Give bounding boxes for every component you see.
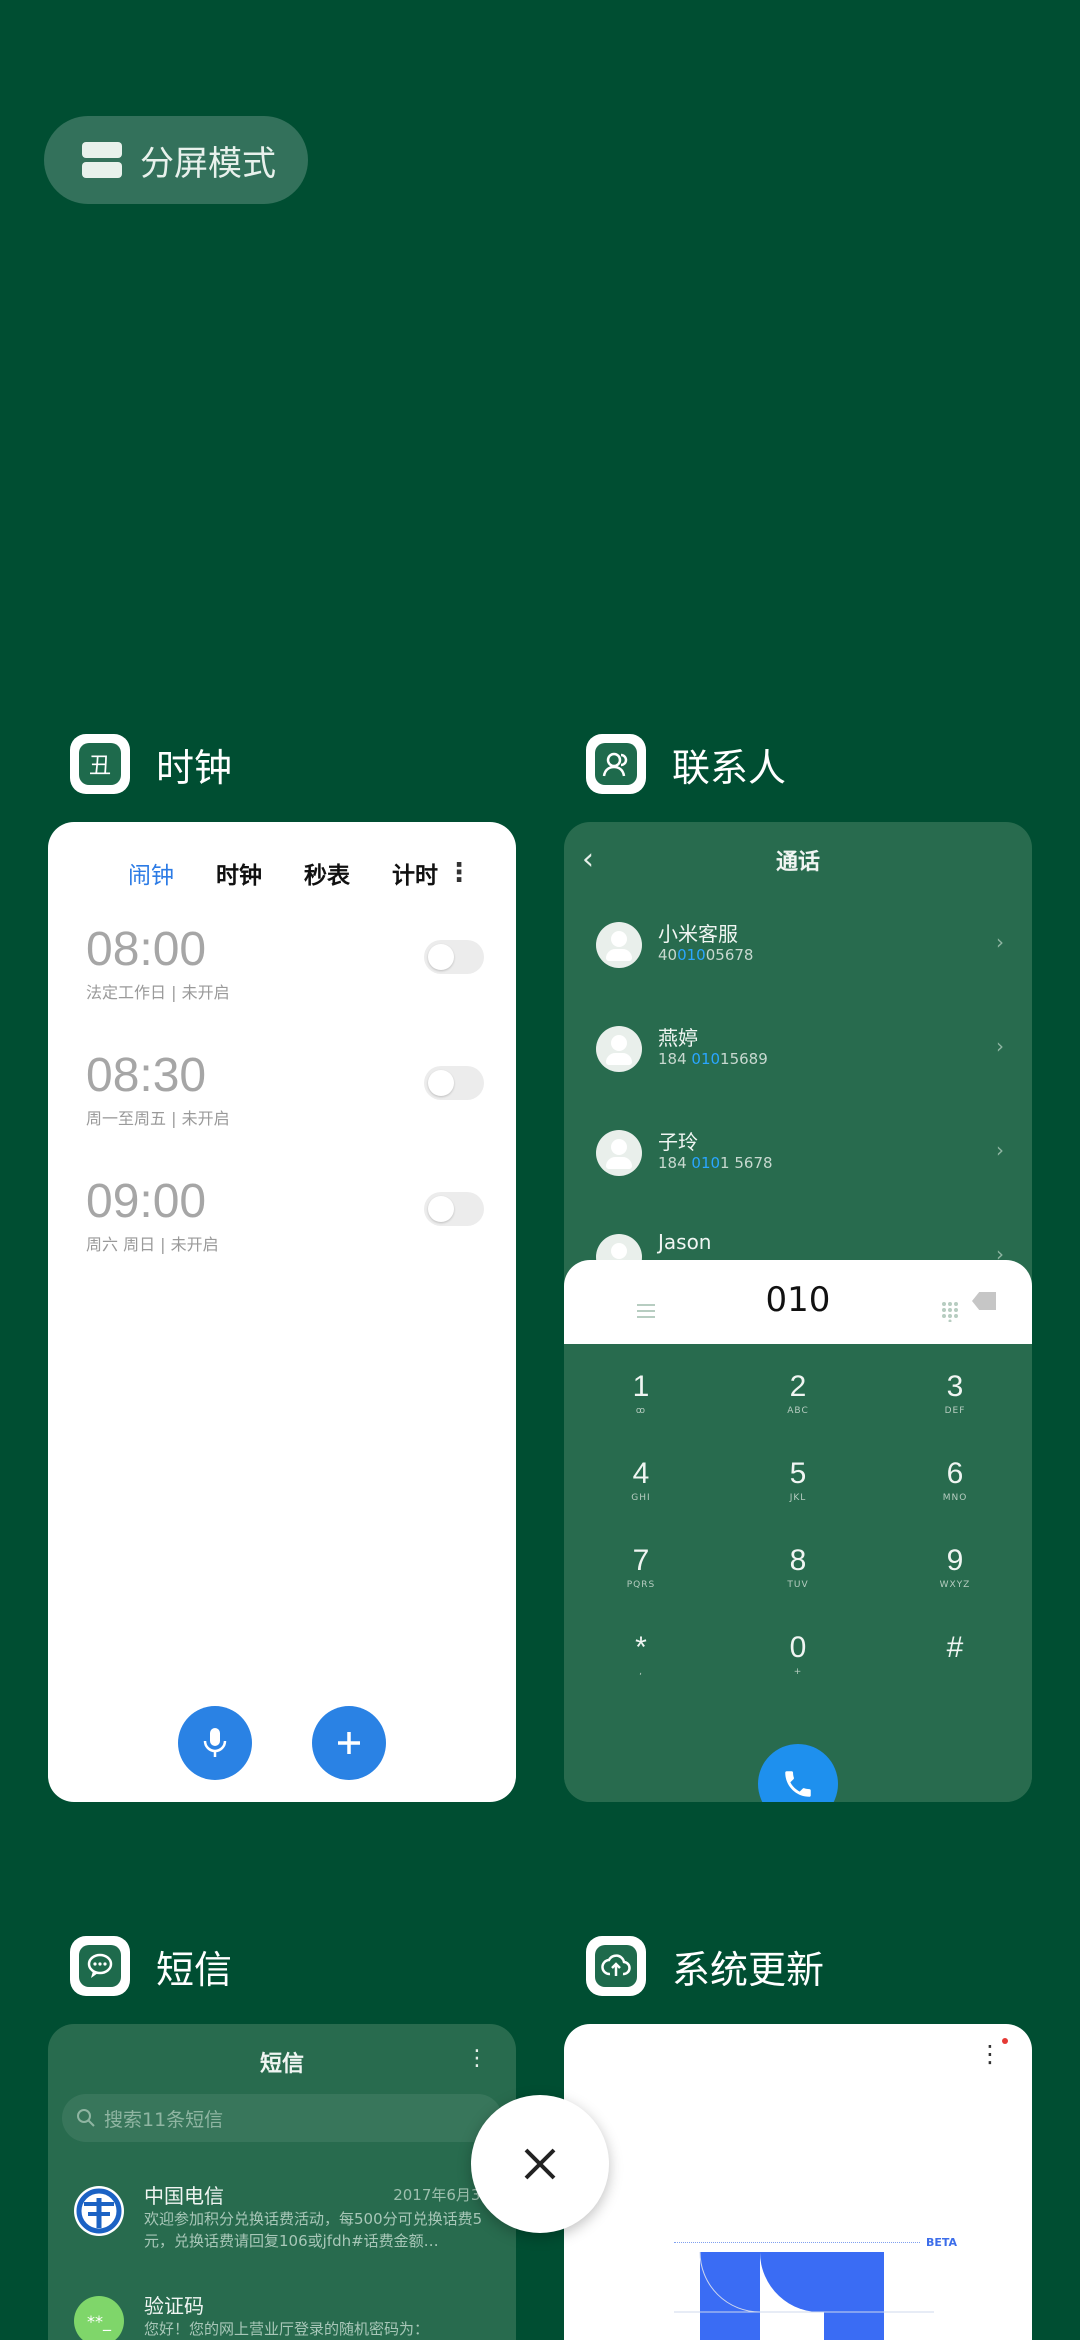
more-options-icon[interactable]: ⋮	[978, 2040, 1002, 2068]
dial-key-6[interactable]: 6 MNO	[880, 1457, 1030, 1503]
contact-number: 184 01015689	[658, 1050, 768, 1068]
sms-app-icon	[70, 1936, 130, 1996]
more-options-icon[interactable]: ⋮	[466, 2046, 488, 2071]
verification-code-avatar-icon: **_	[74, 2296, 124, 2340]
dial-key-5[interactable]: 5 JKL	[723, 1457, 873, 1503]
contact-name: 子玲	[658, 1130, 698, 1154]
split-screen-icon	[82, 142, 122, 178]
clock-app-title: 时钟	[156, 745, 233, 790]
alarm-desc: 周六 周日 | 未开启	[86, 1235, 219, 1254]
contacts-topbar: ‹ 通话	[564, 822, 1032, 894]
clock-app-header[interactable]: 丑 时钟	[70, 734, 232, 794]
dial-key-7[interactable]: 7 PQRS	[566, 1544, 716, 1590]
contacts-page-title: 通话	[775, 850, 820, 875]
contact-number: 184 0101 5678	[658, 1154, 773, 1172]
split-screen-button[interactable]: 分屏模式	[44, 116, 308, 204]
dial-key-4[interactable]: 4 GHI	[566, 1457, 716, 1503]
beta-illustration-graphic	[674, 2251, 934, 2340]
sms-sender: 中国电信	[144, 2184, 224, 2208]
sms-thread[interactable]: **_ 验证码 您好！您的网上营业厅登录的随机密码为：	[74, 2290, 490, 2340]
contact-name: Jason	[658, 1230, 712, 1254]
tab-timer[interactable]: 计时	[392, 856, 438, 890]
contact-name: 小米客服	[658, 922, 738, 946]
sms-sender: 验证码	[144, 2294, 204, 2318]
alarm-item[interactable]: 09:00 周六 周日 | 未开启	[86, 1174, 486, 1255]
update-app-card[interactable]: ⋮ BETA	[564, 2024, 1032, 2340]
tab-alarm[interactable]: 闹钟	[128, 856, 174, 890]
avatar	[596, 1026, 642, 1072]
sms-app-title: 短信	[156, 1947, 233, 1992]
close-icon	[524, 2148, 556, 2180]
alarm-item[interactable]: 08:30 周一至周五 | 未开启	[86, 1048, 486, 1129]
alarm-desc: 周一至周五 | 未开启	[86, 1109, 230, 1128]
update-app-header[interactable]: 系统更新	[586, 1936, 824, 1996]
menu-icon[interactable]	[634, 1300, 658, 1322]
dial-key-8[interactable]: 8 TUV	[723, 1544, 873, 1590]
dial-key-2[interactable]: 2 ABC	[723, 1370, 873, 1416]
sms-page-title: 短信	[259, 2052, 304, 2077]
contact-row[interactable]: 燕婷 184 01015689 ›	[596, 1016, 1010, 1086]
alarm-desc: 法定工作日 | 未开启	[86, 983, 230, 1002]
alarm-toggle[interactable]	[424, 1192, 484, 1226]
update-app-title: 系统更新	[672, 1947, 825, 1992]
tab-stopwatch[interactable]: 秒表	[304, 856, 350, 890]
sms-app-card[interactable]: 短信 ⋮ 搜索11条短信 中国电信 2017年6月30 欢迎参加积分兑换话费活动…	[48, 2024, 516, 2340]
clock-app-icon: 丑	[70, 734, 130, 794]
dial-key-hash[interactable]: #	[880, 1631, 1030, 1667]
search-placeholder: 搜索11条短信	[104, 2108, 224, 2131]
dial-key-3[interactable]: 3 DEF	[880, 1370, 1030, 1416]
dial-keypad: 1ꝏ 2 ABC 3 DEF 4 GHI 5 JKL 6 MNO 7 PQRS 8 TUV 9…	[564, 1344, 1032, 1802]
dial-key-star[interactable]: *,	[566, 1631, 716, 1677]
microphone-icon	[203, 1728, 227, 1757]
contacts-app-card[interactable]: ‹ 通话 小米客服 4001005678 › 燕婷 184 01015689 ›…	[564, 822, 1032, 1802]
alarm-toggle[interactable]	[424, 940, 484, 974]
contact-row[interactable]: 小米客服 4001005678 ›	[596, 912, 1010, 982]
china-telecom-logo-icon	[74, 2186, 124, 2236]
chevron-right-icon: ›	[996, 1034, 1004, 1058]
sms-preview: 您好！您的网上营业厅登录的随机密码为：	[144, 2320, 430, 2338]
chevron-right-icon: ›	[996, 1138, 1004, 1162]
add-alarm-button[interactable]	[312, 1706, 386, 1780]
phone-icon	[785, 1771, 811, 1797]
alarm-item[interactable]: 08:00 法定工作日 | 未开启	[86, 922, 486, 1003]
contacts-app-title: 联系人	[672, 745, 787, 790]
alarm-toggle[interactable]	[424, 1066, 484, 1100]
search-icon	[77, 2109, 95, 2127]
avatar	[596, 922, 642, 968]
plus-icon	[338, 1732, 360, 1754]
more-options-icon[interactable]: ⋮	[446, 858, 472, 888]
clock-tabs: 闹钟 时钟 秒表 计时 ⋮	[128, 856, 496, 890]
sms-app-header[interactable]: 短信	[70, 1936, 232, 1996]
sms-preview: 欢迎参加积分兑换话费活动，每500分可兑换话费5元，兑换话费请回复106或jfd…	[144, 2210, 483, 2250]
contacts-app-icon	[586, 734, 646, 794]
contact-number: 4001005678	[658, 946, 754, 964]
dial-key-1[interactable]: 1ꝏ	[566, 1370, 716, 1416]
dial-key-0[interactable]: 0 +	[723, 1631, 873, 1677]
split-screen-label: 分屏模式	[140, 143, 276, 184]
chevron-right-icon: ›	[996, 930, 1004, 954]
tab-clock[interactable]: 时钟	[216, 856, 262, 890]
update-app-icon	[586, 1936, 646, 1996]
dial-key-9[interactable]: 9 WXYZ	[880, 1544, 1030, 1590]
contact-name: 燕婷	[658, 1026, 698, 1050]
notification-dot	[1002, 2038, 1008, 2044]
sms-search-input[interactable]: 搜索11条短信	[62, 2094, 502, 2142]
voice-alarm-button[interactable]	[178, 1706, 252, 1780]
clock-app-card[interactable]: 闹钟 时钟 秒表 计时 ⋮ 08:00 法定工作日 | 未开启 08:30 周一…	[48, 822, 516, 1802]
sms-thread[interactable]: 中国电信 2017年6月30 欢迎参加积分兑换话费活动，每500分可兑换话费5元…	[74, 2180, 490, 2280]
clear-all-button[interactable]	[471, 2095, 609, 2233]
avatar	[596, 1130, 642, 1176]
keypad-toggle-icon[interactable]	[938, 1300, 962, 1322]
contacts-app-header[interactable]: 联系人	[586, 734, 786, 794]
contact-row[interactable]: 子玲 184 0101 5678 ›	[596, 1120, 1010, 1190]
